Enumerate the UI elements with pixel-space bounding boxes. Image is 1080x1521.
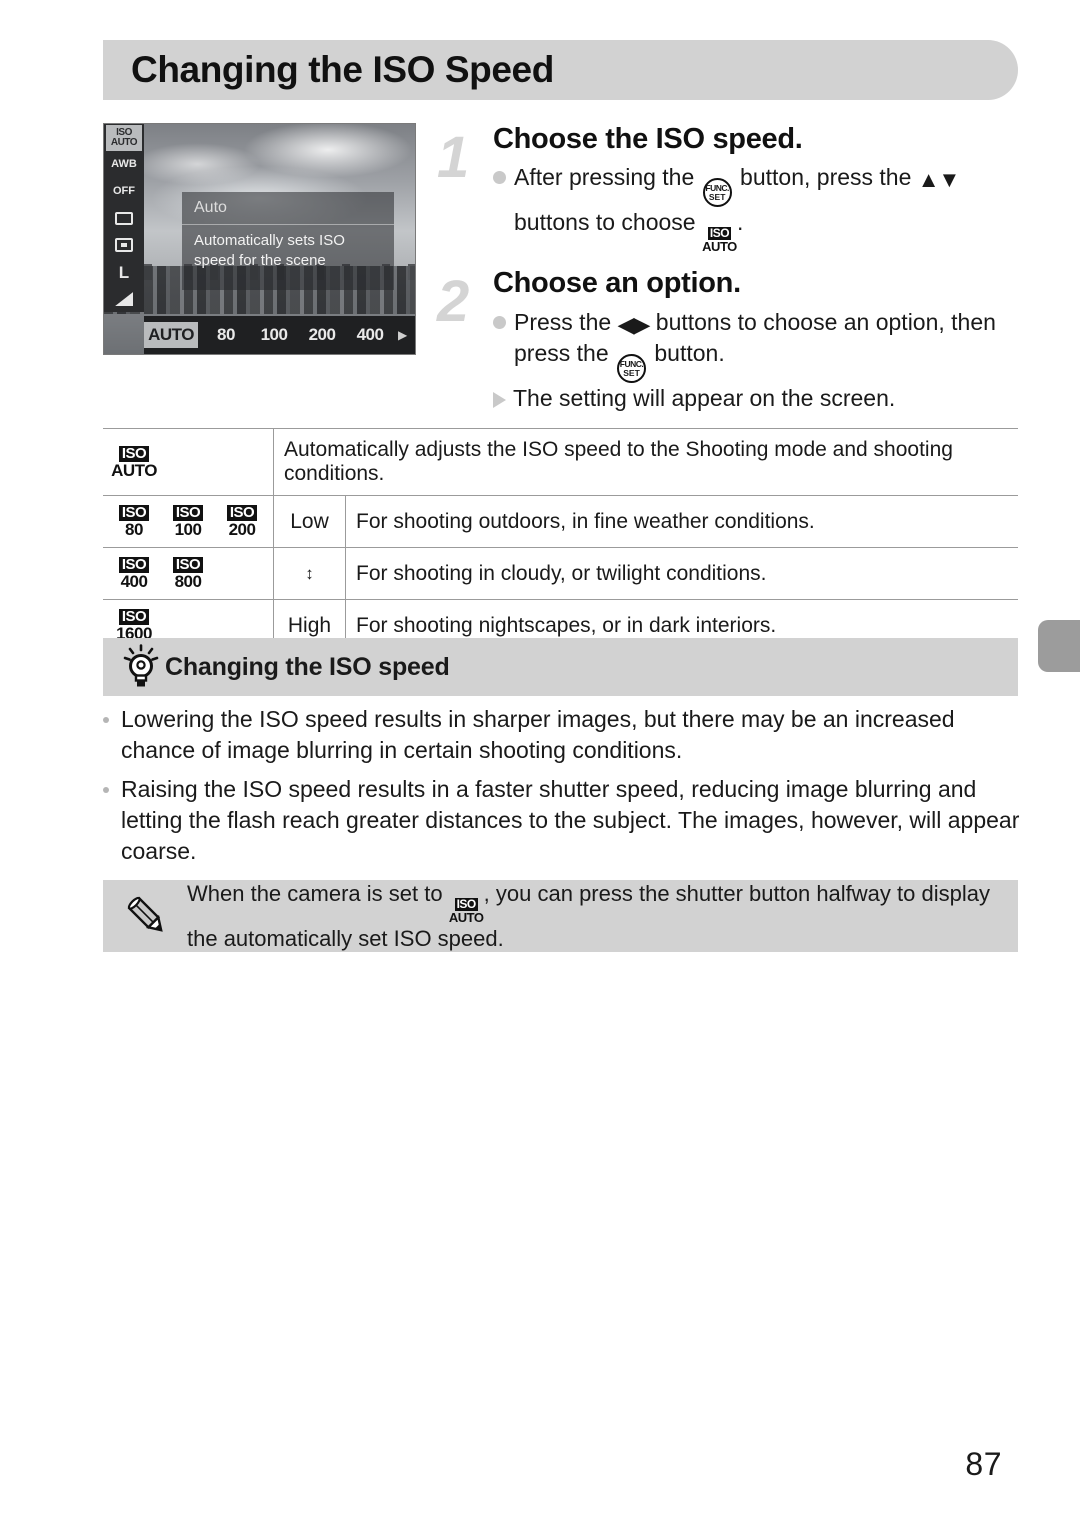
iso-icon-group: ISO 400 ISO 800 [113, 557, 263, 590]
iso-200-icon: ISO 200 [226, 504, 258, 539]
table-cell-level-low: Low [273, 495, 346, 548]
step-1-number: 1 [437, 125, 469, 190]
iso-auto-inline-icon: ISO AUTO [702, 226, 737, 255]
lcd-option-80[interactable]: 80 [202, 322, 250, 348]
small-bullet-icon [103, 717, 109, 723]
page-number: 87 [965, 1446, 1002, 1482]
bullet-triangle-icon [493, 392, 506, 409]
step-2-bullet-2-text: The setting will appear on the screen. [513, 385, 896, 412]
lcd-drive-mode-icon[interactable] [106, 206, 142, 232]
iso-icon-group: ISO 80 ISO 100 ISO 200 [113, 505, 263, 538]
bullet-dot-icon [493, 171, 506, 185]
table-row: ISO 400 ISO 800 ↕ For shooting in cloudy… [103, 547, 1018, 600]
step-1-bullet-1: After pressing the FUNC. SET button, pres… [493, 162, 1022, 253]
step-2-bullet-1-text: Press the ◀▶ buttons to choose an option… [514, 307, 1022, 384]
note-text: When the camera is set to ISO AUTO, you c… [187, 879, 1018, 954]
step-1-heading: Choose the ISO speed. [493, 123, 803, 155]
lcd-next-caret-icon[interactable]: ▶ [398, 328, 407, 342]
step-1-body: After pressing the FUNC. SET button, pres… [493, 162, 1022, 253]
tip-section-header: Changing the ISO speed [103, 638, 1018, 696]
iso-icon-group: ISO AUTO [111, 444, 263, 480]
table-cell-description: For shooting in cloudy, or twilight cond… [345, 547, 1018, 600]
left-right-buttons-icon: ◀▶ [617, 311, 651, 337]
text-frag: button. [648, 340, 725, 367]
step-2-bullet-2: The setting will appear on the screen. [493, 383, 1022, 415]
lcd-drive-rect-glyph [115, 212, 133, 225]
table-cell-icons: ISO AUTO [103, 428, 274, 496]
lcd-panel-title: Auto [182, 192, 394, 225]
lcd-panel-description: Automatically sets ISO speed for the sce… [194, 232, 345, 270]
tip-section-title: Changing the ISO speed [165, 652, 450, 681]
text-frag: Press the [514, 308, 618, 335]
lcd-iso-auto-icon[interactable]: ISO AUTO [106, 125, 142, 151]
list-item: Lowering the ISO speed results in sharpe… [103, 704, 1023, 766]
iso-800-icon: ISO 800 [172, 556, 204, 591]
lcd-awb-label: AWB [111, 158, 137, 171]
lcd-option-400[interactable]: 400 [346, 322, 394, 348]
chapter-edge-tab [1038, 620, 1080, 672]
lcd-flash-off-icon[interactable]: OFF [106, 179, 142, 205]
lcd-option-100[interactable]: 100 [250, 322, 298, 348]
step-2-heading: Choose an option. [493, 267, 741, 300]
text-frag: After pressing the [514, 164, 701, 191]
tip-item-text: Raising the ISO speed results in a faste… [121, 776, 1020, 865]
func-set-button-icon: FUNC. SET [702, 178, 732, 208]
table-row: ISO AUTO Automatically adjusts the ISO s… [103, 428, 1018, 496]
step-2-number: 2 [437, 269, 469, 335]
step-1-bullet-1-text: After pressing the FUNC. SET button, pres… [514, 162, 1022, 253]
table-cell-level-arrow: ↕ [273, 547, 346, 600]
bullet-dot-icon [493, 315, 506, 329]
small-bullet-icon [103, 787, 109, 794]
lcd-option-bar[interactable]: AUTO 80 100 200 400 ▶ [144, 316, 415, 354]
step-1: 1 Choose the ISO speed. After pressing t… [437, 123, 1022, 253]
table-cell-icons: ISO 400 ISO 800 [103, 547, 274, 600]
lcd-image-quality-icon[interactable] [106, 286, 142, 312]
lcd-metering-glyph [115, 238, 133, 253]
note-box: When the camera is set to ISO AUTO, you c… [103, 880, 1018, 952]
up-down-buttons-icon: ▲▼ [917, 167, 961, 193]
text-frag: . [736, 209, 744, 236]
iso-100-icon: ISO 100 [172, 504, 204, 539]
tip-item-text: Lowering the ISO speed results in sharpe… [121, 706, 955, 764]
lcd-metering-mode-icon[interactable] [106, 232, 142, 258]
iso-auto-table-icon: ISO AUTO [111, 444, 157, 480]
lcd-image-size-icon[interactable]: L [106, 259, 142, 285]
iso-auto-inline-icon: ISO AUTO [448, 896, 484, 925]
list-item: Raising the ISO speed results in a faste… [103, 774, 1023, 867]
lcd-quality-glyph [115, 292, 133, 307]
table-row: ISO 80 ISO 100 ISO 200 Low For shooting … [103, 495, 1018, 548]
manual-page: Changing the ISO Speed ISO AUTO AWB OFF [0, 0, 1080, 1521]
instruction-steps: 1 Choose the ISO speed. After pressing t… [437, 123, 1022, 421]
page-title-bar: Changing the ISO Speed [103, 40, 1018, 100]
lcd-flash-label: OFF [113, 185, 135, 198]
lcd-function-sidebar: ISO AUTO AWB OFF L [104, 124, 144, 312]
page-title: Changing the ISO Speed [131, 49, 554, 90]
table-cell-description: For shooting outdoors, in fine weather c… [345, 495, 1018, 548]
text-frag: When the camera is set to [187, 880, 449, 906]
table-cell-description: Automatically adjusts the ISO speed to t… [273, 428, 1018, 496]
lcd-iso-auto-line2: AUTO [110, 136, 138, 148]
table-cell-icons: ISO 80 ISO 100 ISO 200 [103, 495, 274, 548]
text-frag: button, press the [733, 164, 918, 191]
lcd-option-200[interactable]: 200 [298, 322, 346, 348]
func-set-button-icon: FUNC. SET [617, 354, 646, 384]
step-2: 2 Choose an option. Press the ◀▶ buttons… [437, 267, 1022, 415]
iso-400-icon: ISO 400 [118, 556, 150, 591]
up-down-arrow-icon: ↕ [305, 563, 314, 583]
tip-list: Lowering the ISO speed results in sharpe… [103, 704, 1023, 875]
lcd-white-balance-icon[interactable]: AWB [106, 152, 142, 178]
step-2-bullet-1: Press the ◀▶ buttons to choose an option… [493, 307, 1022, 384]
step-2-body: Press the ◀▶ buttons to choose an option… [493, 307, 1022, 415]
text-frag: buttons to choose [514, 209, 702, 236]
iso-80-icon: ISO 80 [113, 505, 155, 538]
lcd-info-panel: Auto Automatically sets ISO speed for th… [182, 192, 394, 290]
camera-lcd-screenshot: ISO AUTO AWB OFF L Auto Automatically se… [103, 123, 416, 355]
pencil-icon [127, 896, 163, 932]
lcd-option-auto[interactable]: AUTO [144, 322, 198, 348]
lightbulb-icon [123, 644, 159, 687]
iso-options-table: ISO AUTO Automatically adjusts the ISO s… [103, 428, 1018, 652]
lcd-size-label: L [118, 262, 130, 282]
